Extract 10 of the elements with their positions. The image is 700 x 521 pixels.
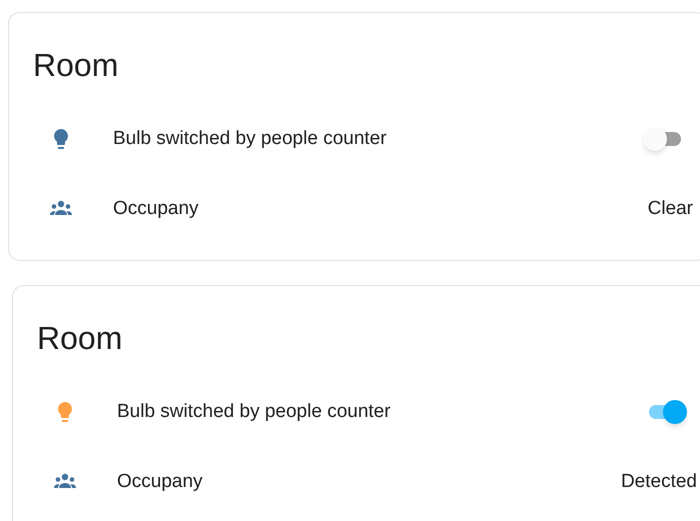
toggle-switch[interactable] (643, 127, 681, 151)
card-title: Room (33, 46, 120, 85)
toggle-switch[interactable] (647, 400, 685, 424)
entity-name: Occupany (113, 196, 200, 221)
card-title: Room (37, 319, 124, 358)
entity-name: Occupany (117, 470, 204, 494)
entity-name: Bulb switched by people counter (117, 400, 392, 424)
entity-name: Bulb switched by people counter (113, 126, 388, 151)
state-value: Detected (620, 470, 697, 494)
state-value: Clear (648, 196, 693, 221)
